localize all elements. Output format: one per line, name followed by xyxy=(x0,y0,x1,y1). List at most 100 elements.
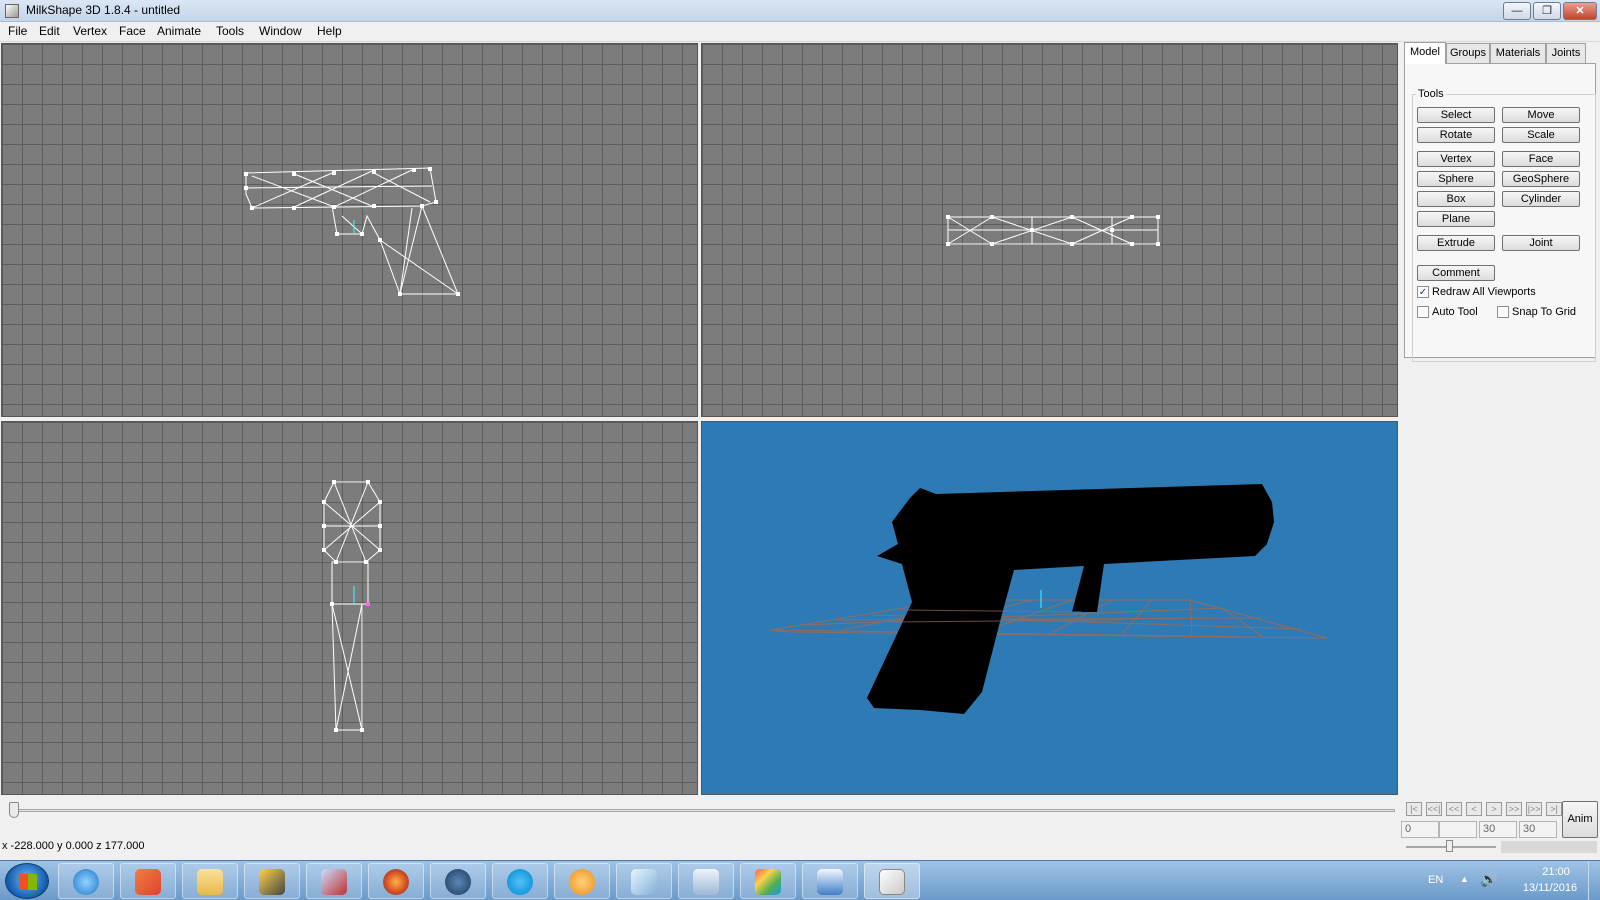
steam-icon xyxy=(445,869,471,895)
cylinder-tool-button[interactable]: Cylinder xyxy=(1502,191,1580,207)
total-frames-field[interactable]: 30 xyxy=(1519,821,1557,838)
first-frame-button[interactable]: |< xyxy=(1406,802,1422,816)
scale-tool-button[interactable]: Scale xyxy=(1502,127,1580,143)
redraw-all-viewports-checkbox[interactable]: ✓ Redraw All Viewports xyxy=(1417,286,1536,300)
taskbar-app-blue[interactable] xyxy=(802,863,858,899)
timeline xyxy=(0,799,1400,833)
timeline-track[interactable] xyxy=(10,809,1395,812)
rotate-tool-button[interactable]: Rotate xyxy=(1417,127,1495,143)
menu-face[interactable]: Face xyxy=(117,24,148,38)
taskbar-paint-tool[interactable] xyxy=(306,863,362,899)
auto-tool-label: Auto Tool xyxy=(1432,306,1478,318)
move-tool-button[interactable]: Move xyxy=(1502,107,1580,123)
tab-groups[interactable]: Groups xyxy=(1446,43,1490,63)
pistol-wireframe-side xyxy=(244,167,460,296)
menu-animate[interactable]: Animate xyxy=(155,24,203,38)
prev-frame-button[interactable]: < xyxy=(1466,802,1482,816)
current-frame-field[interactable]: 0 xyxy=(1401,821,1439,838)
tab-model[interactable]: Model xyxy=(1404,42,1446,64)
auto-tool-checkbox[interactable]: Auto Tool xyxy=(1417,306,1478,320)
speed-slider-thumb[interactable] xyxy=(1446,840,1453,852)
tool-panel: Model Groups Materials Joints Tools Sele… xyxy=(1401,42,1600,798)
anim-button[interactable]: Anim xyxy=(1562,801,1598,838)
vertex-tool-button[interactable]: Vertex xyxy=(1417,151,1495,167)
pistol-wireframe-front xyxy=(322,480,382,732)
taskbar-skype[interactable] xyxy=(492,863,548,899)
milkshape-icon xyxy=(879,869,905,895)
frame-count-field[interactable]: 30 xyxy=(1479,821,1517,838)
title-bar: MilkShape 3D 1.8.4 - untitled — ❐ ✕ xyxy=(0,0,1600,22)
joint-tool-button[interactable]: Joint xyxy=(1502,235,1580,251)
plane-tool-button[interactable]: Plane xyxy=(1417,211,1495,227)
last-frame-button[interactable]: >| xyxy=(1546,802,1562,816)
timeline-slider-thumb[interactable] xyxy=(9,802,19,818)
menu-edit[interactable]: Edit xyxy=(37,24,62,38)
viewport-top[interactable] xyxy=(701,43,1398,417)
skype-icon xyxy=(507,869,533,895)
menu-help[interactable]: Help xyxy=(315,24,344,38)
extrude-tool-button[interactable]: Extrude xyxy=(1417,235,1495,251)
face-tool-button[interactable]: Face xyxy=(1502,151,1580,167)
document-app-icon xyxy=(817,869,843,895)
pistol-wireframe-top xyxy=(946,215,1160,246)
notes-icon xyxy=(631,869,657,895)
clock-date[interactable]: 13/11/2016 xyxy=(1512,882,1588,894)
menu-vertex[interactable]: Vertex xyxy=(71,24,109,38)
select-tool-button[interactable]: Select xyxy=(1417,107,1495,123)
speed-progress xyxy=(1501,841,1597,853)
frame-field-2[interactable] xyxy=(1439,821,1477,838)
tray-expand-icon[interactable]: ▲ xyxy=(1460,874,1469,884)
next-key-button[interactable]: |>> xyxy=(1526,802,1542,816)
windows-explorer-icon xyxy=(135,869,161,895)
taskbar-app-notes[interactable] xyxy=(616,863,672,899)
maximize-button[interactable]: ❐ xyxy=(1533,2,1561,20)
viewport-3d[interactable] xyxy=(701,421,1398,795)
menu-bar: File Edit Vertex Face Animate Tools Wind… xyxy=(0,22,1600,42)
box-tool-button[interactable]: Box xyxy=(1417,191,1495,207)
tab-materials[interactable]: Materials xyxy=(1490,43,1546,63)
snap-to-grid-label: Snap To Grid xyxy=(1512,306,1577,318)
taskbar-calculator[interactable] xyxy=(678,863,734,899)
calculator-icon xyxy=(693,869,719,895)
checkbox-empty xyxy=(1417,306,1429,318)
sphere-tool-button[interactable]: Sphere xyxy=(1417,171,1495,187)
taskbar-windows-explorer[interactable] xyxy=(120,863,176,899)
rewind-button[interactable]: << xyxy=(1446,802,1462,816)
menu-tools[interactable]: Tools xyxy=(214,24,246,38)
taskbar-milkshape[interactable] xyxy=(864,863,920,899)
taskbar: EN ▲ 🔊 21:00 13/11/2016 xyxy=(0,860,1600,900)
snap-to-grid-checkbox[interactable]: Snap To Grid xyxy=(1497,306,1576,320)
viewport-front[interactable] xyxy=(1,43,698,417)
tab-joints[interactable]: Joints xyxy=(1546,43,1586,63)
clock-time[interactable]: 21:00 xyxy=(1528,866,1584,878)
prev-key-button[interactable]: <<| xyxy=(1426,802,1442,816)
taskbar-firefox[interactable] xyxy=(368,863,424,899)
comment-tool-button[interactable]: Comment xyxy=(1417,265,1495,281)
volume-icon[interactable]: 🔊 xyxy=(1480,871,1497,888)
language-indicator[interactable]: EN xyxy=(1428,874,1443,886)
taskbar-steam[interactable] xyxy=(430,863,486,899)
taskbar-internet-explorer[interactable] xyxy=(58,863,114,899)
model-tab-page: Tools Select Move Rotate Scale Vertex Fa… xyxy=(1404,63,1596,362)
taskbar-app-yellow[interactable] xyxy=(244,863,300,899)
app-icon xyxy=(5,4,19,18)
viewport-side[interactable] xyxy=(1,421,698,795)
close-button[interactable]: ✕ xyxy=(1563,2,1597,20)
taskbar-app-colorful[interactable] xyxy=(740,863,796,899)
taskbar-file-explorer[interactable] xyxy=(182,863,238,899)
menu-window[interactable]: Window xyxy=(257,24,304,38)
colorful-app-icon xyxy=(755,869,781,895)
geosphere-tool-button[interactable]: GeoSphere xyxy=(1502,171,1580,187)
next-frame-button[interactable]: > xyxy=(1486,802,1502,816)
paint-icon xyxy=(321,869,347,895)
firefox-icon xyxy=(383,869,409,895)
forward-button[interactable]: >> xyxy=(1506,802,1522,816)
taskbar-app-orange[interactable] xyxy=(554,863,610,899)
orange-app-icon xyxy=(569,869,595,895)
checkbox-empty xyxy=(1497,306,1509,318)
menu-file[interactable]: File xyxy=(6,24,29,38)
minimize-button[interactable]: — xyxy=(1503,2,1531,20)
start-button[interactable] xyxy=(5,863,49,899)
show-desktop-button[interactable] xyxy=(1588,861,1600,900)
tools-group-label: Tools xyxy=(1416,88,1446,100)
